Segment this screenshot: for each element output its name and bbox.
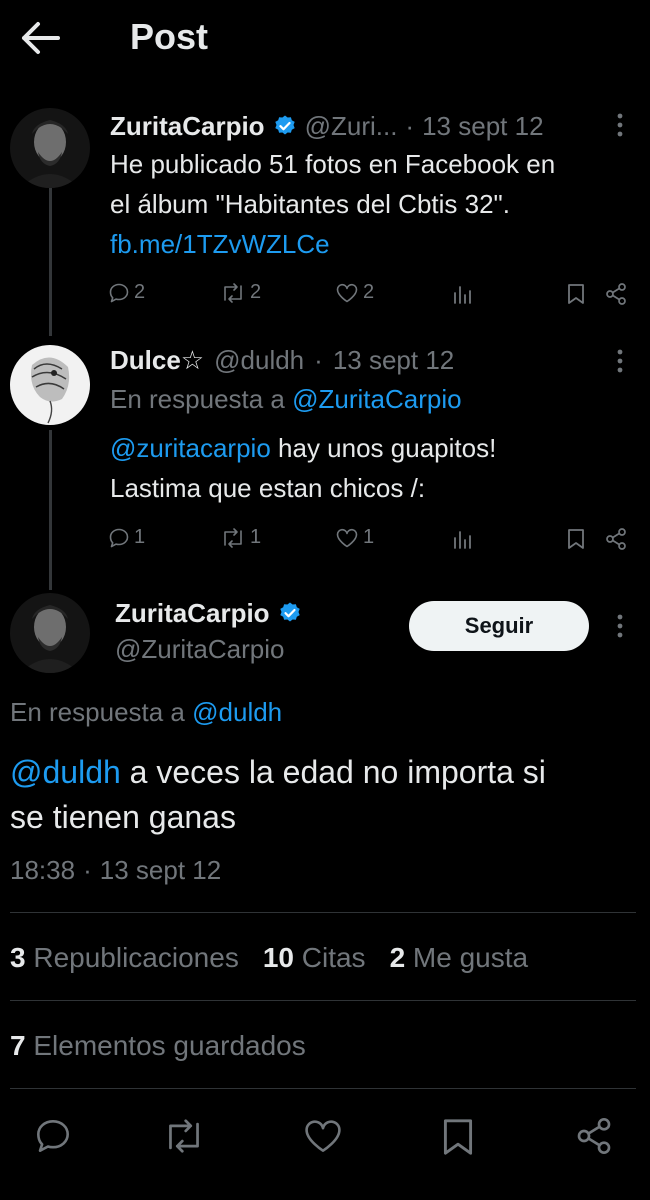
reply-count: 1 xyxy=(134,526,146,548)
bookmark-icon[interactable] xyxy=(566,283,586,305)
reply-context: En respuesta a @ZuritaCarpio xyxy=(110,384,462,415)
quotes-stat[interactable]: 10 Citas xyxy=(263,942,366,974)
bookmarks-count: 7 xyxy=(10,1030,26,1061)
share-icon[interactable] xyxy=(604,527,628,551)
divider xyxy=(10,912,636,913)
post-timestamp: 18:38 · 13 sept 12 xyxy=(10,855,221,886)
avatar[interactable] xyxy=(10,345,90,425)
like-icon xyxy=(335,282,359,304)
retweet-icon xyxy=(220,282,246,304)
likes-count: 2 xyxy=(389,942,406,973)
mention-link[interactable]: @zuritacarpio xyxy=(110,433,271,463)
share-icon[interactable] xyxy=(604,282,628,306)
mention-link[interactable]: @duldh xyxy=(10,754,121,790)
bookmarks-stat[interactable]: 7 Elementos guardados xyxy=(10,1030,306,1062)
post-text-line: se tienen ganas xyxy=(10,799,236,835)
separator-dot: · xyxy=(314,344,323,375)
tweet-text: He publicado 51 fotos en Facebook en el … xyxy=(110,144,640,264)
tweet-text-line: @zuritacarpio hay unos guapitos! xyxy=(110,428,640,468)
verified-badge-icon xyxy=(273,114,297,138)
likes-stat[interactable]: 2 Me gusta xyxy=(390,942,529,974)
republications-count: 3 xyxy=(10,942,26,973)
author-row: ZuritaCarpio xyxy=(115,596,302,630)
reply-context-prefix: En respuesta a xyxy=(110,384,285,414)
bookmark-icon[interactable] xyxy=(566,528,586,550)
reply-context-mention[interactable]: @ZuritaCarpio xyxy=(292,384,461,414)
like-icon[interactable] xyxy=(302,1117,344,1155)
retweet-count: 2 xyxy=(250,281,262,303)
post-text-line: @duldh a veces la edad no importa si xyxy=(10,750,640,795)
author-name[interactable]: Dulce☆ xyxy=(110,345,204,376)
more-icon[interactable] xyxy=(610,110,630,140)
tweet-date[interactable]: 13 sept 12 xyxy=(333,345,454,376)
like-count: 2 xyxy=(363,281,375,303)
author-handle[interactable]: @duldh xyxy=(214,345,304,376)
divider xyxy=(10,1000,636,1001)
author-name[interactable]: ZuritaCarpio xyxy=(115,598,270,629)
top-bar: Post xyxy=(0,0,650,92)
retweet-button[interactable]: 2 xyxy=(220,281,261,304)
more-icon[interactable] xyxy=(610,346,630,376)
verified-badge-icon xyxy=(278,601,302,625)
tweet-link[interactable]: fb.me/1TZvWZLCe xyxy=(110,224,640,264)
thread-line xyxy=(49,430,52,590)
like-button[interactable]: 2 xyxy=(335,281,374,304)
likes-label: Me gusta xyxy=(412,942,529,973)
reply-icon[interactable] xyxy=(34,1117,72,1155)
reply-context-mention[interactable]: @duldh xyxy=(192,697,282,727)
views-icon[interactable] xyxy=(452,528,472,550)
retweet-icon xyxy=(220,527,246,549)
tweet-text-fragment: hay unos guapitos! xyxy=(270,433,497,463)
follow-button[interactable]: Seguir xyxy=(409,601,589,651)
retweet-count: 1 xyxy=(250,526,262,548)
like-count: 1 xyxy=(363,526,375,548)
back-arrow-icon[interactable] xyxy=(18,18,64,58)
reply-icon xyxy=(108,282,130,304)
bookmark-icon[interactable] xyxy=(440,1117,476,1157)
tweet-header: Dulce☆ @duldh · 13 sept 12 xyxy=(110,342,454,378)
divider xyxy=(10,1088,636,1089)
bookmarks-label: Elementos guardados xyxy=(33,1030,306,1061)
like-button[interactable]: 1 xyxy=(335,526,374,549)
separator-dot: · xyxy=(405,110,415,141)
tweet-date[interactable]: 13 sept 12 xyxy=(422,111,543,142)
separator-dot: · xyxy=(83,855,92,885)
republications-label: Republicaciones xyxy=(33,942,239,973)
retweet-button[interactable]: 1 xyxy=(220,526,261,549)
post-time[interactable]: 18:38 xyxy=(10,855,75,886)
share-icon[interactable] xyxy=(574,1116,614,1156)
tweet-header: ZuritaCarpio @Zuri... · 13 sept 12 xyxy=(110,108,544,144)
engagement-stats: 3 Republicaciones 10 Citas 2 Me gusta xyxy=(10,942,528,974)
tweet-text-line: el álbum "Habitantes del Cbtis 32". xyxy=(110,189,511,219)
thread-line xyxy=(49,188,52,336)
post-date[interactable]: 13 sept 12 xyxy=(100,855,221,886)
author-name[interactable]: ZuritaCarpio xyxy=(110,111,265,142)
author-handle[interactable]: @Zuri... xyxy=(305,111,398,142)
reply-icon xyxy=(108,527,130,549)
post-text: @duldh a veces la edad no importa si se … xyxy=(10,750,640,840)
like-icon xyxy=(335,527,359,549)
views-icon[interactable] xyxy=(452,283,472,305)
reply-context-prefix: En respuesta a xyxy=(10,697,185,727)
tweet-text: @zuritacarpio hay unos guapitos! Lastima… xyxy=(110,428,640,508)
republications-stat[interactable]: 3 Republicaciones xyxy=(10,942,239,974)
author-handle[interactable]: @ZuritaCarpio xyxy=(115,634,284,665)
quotes-label: Citas xyxy=(301,942,366,973)
reply-count: 2 xyxy=(134,281,146,303)
reply-context: En respuesta a @duldh xyxy=(10,697,282,728)
reply-button[interactable]: 1 xyxy=(108,526,145,549)
tweet-text-line: He publicado 51 fotos en Facebook en xyxy=(110,149,556,179)
more-icon[interactable] xyxy=(610,611,630,641)
post-text-fragment: a veces la edad no importa si xyxy=(120,754,546,790)
retweet-icon[interactable] xyxy=(162,1117,206,1155)
page-title: Post xyxy=(130,16,209,57)
quotes-count: 10 xyxy=(262,942,294,973)
tweet-text-line: Lastima que estan chicos /: xyxy=(110,473,426,503)
avatar[interactable] xyxy=(10,108,90,188)
reply-button[interactable]: 2 xyxy=(108,281,145,304)
avatar[interactable] xyxy=(10,593,90,673)
